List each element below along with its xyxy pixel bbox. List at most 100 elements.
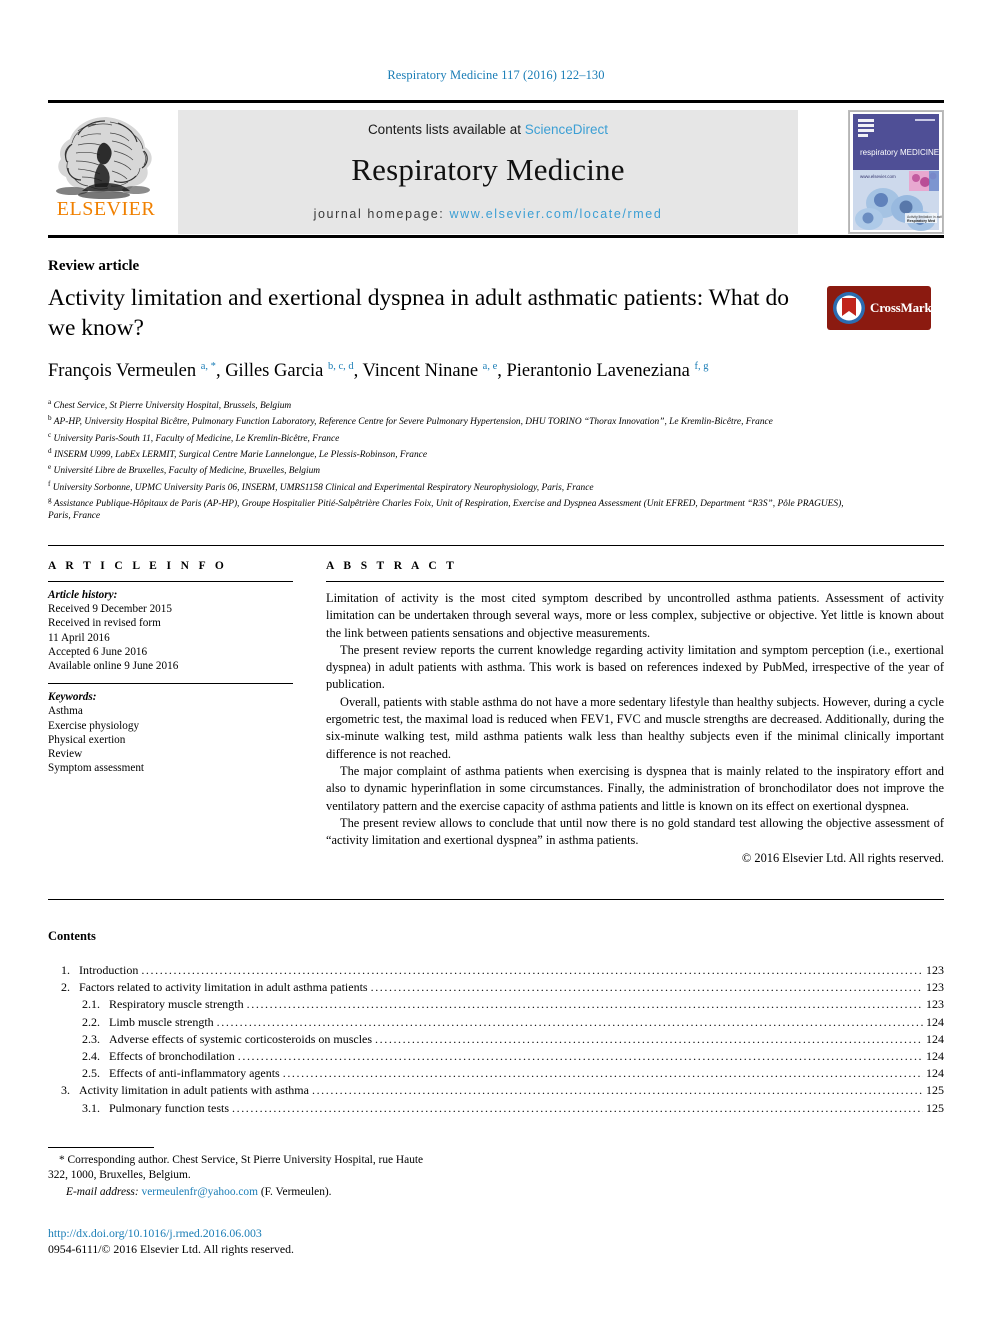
toc-title: Factors related to activity limitation i…: [79, 980, 368, 995]
toc-page-number: 124: [926, 1066, 944, 1081]
email-link[interactable]: vermeulenfr@yahoo.com: [142, 1186, 258, 1198]
affiliation-marker: b: [48, 414, 52, 423]
abstract-paragraph: Overall, patients with stable asthma do …: [326, 694, 944, 761]
toc-title: Effects of bronchodilation: [109, 1049, 235, 1064]
toc-entry[interactable]: 2.4. Effects of bronchodilation..........…: [48, 1048, 944, 1065]
affiliation-list: a Chest Service, St Pierre University Ho…: [48, 396, 848, 523]
toc-entry[interactable]: 2.3. Adverse effects of systemic corticos…: [48, 1031, 944, 1048]
article-history-item: Received in revised form: [48, 617, 161, 630]
toc-title: Activity limitation in adult patients wi…: [79, 1083, 309, 1098]
article-history-block: Article history: Received 9 December 201…: [48, 582, 293, 673]
affiliation-marker: e: [48, 463, 52, 472]
toc-page-number: 124: [926, 1049, 944, 1064]
affiliation-marker: a: [48, 398, 52, 406]
abstract-heading: A B S T R A C T: [326, 560, 458, 572]
toc-entry[interactable]: 2.5. Effects of anti-inflammatory agents.…: [48, 1065, 944, 1082]
journal-masthead: ELSEVIER Contents lists available at Sci…: [48, 100, 944, 238]
table-of-contents: 1. Introduction..........................…: [48, 962, 944, 1117]
contents-lists-line: Contents lists available at ScienceDirec…: [178, 122, 798, 137]
svg-text:respiratory MEDICINE: respiratory MEDICINE: [860, 148, 939, 157]
toc-title: Adverse effects of systemic corticostero…: [109, 1031, 373, 1046]
toc-leader-dots: ........................................…: [311, 1083, 923, 1098]
article-info-section: A R T I C L E I N F O Article history: R…: [48, 560, 293, 775]
abstract-paragraph: Limitation of activity is the most cited…: [326, 591, 944, 640]
crossmark-badge[interactable]: CrossMark: [827, 286, 932, 330]
svg-text:www.elsevier.com: www.elsevier.com: [860, 174, 896, 179]
toc-title: Limb muscle strength: [109, 1014, 214, 1029]
paper-page: Respiratory Medicine 117 (2016) 122–130: [0, 0, 992, 1323]
affiliation-marker: c: [48, 430, 52, 439]
toc-number: 2.2.: [82, 1014, 100, 1029]
doi-link[interactable]: http://dx.doi.org/10.1016/j.rmed.2016.06…: [48, 1225, 548, 1241]
toc-number: 3.1.: [82, 1100, 100, 1115]
abstract-paragraph: The present review reports the current k…: [326, 642, 944, 692]
journal-cover-thumbnail[interactable]: respiratory MEDICINE www.elsevier.com Ac…: [848, 110, 944, 234]
toc-number: 2.3.: [82, 1031, 100, 1046]
article-history-items: Received 9 December 2015 Received in revi…: [48, 602, 293, 673]
running-head: Respiratory Medicine 117 (2016) 122–130: [387, 68, 605, 82]
journal-title: Respiratory Medicine: [351, 152, 625, 187]
toc-entry[interactable]: 2.1. Respiratory muscle strength.........…: [48, 996, 944, 1013]
toc-title: Introduction: [79, 963, 139, 977]
toc-leader-dots: ........................................…: [370, 980, 923, 995]
toc-page-number: 124: [926, 1031, 944, 1046]
toc-title: Respiratory muscle strength: [109, 997, 244, 1012]
journal-homepage-link[interactable]: www.elsevier.com/locate/rmed: [449, 207, 662, 221]
abstract-paragraph: The major complaint of asthma patients w…: [326, 763, 944, 813]
toc-page-number: 124: [926, 1014, 944, 1029]
affiliation-marker: f: [48, 479, 51, 488]
email-label: E-mail address:: [66, 1185, 139, 1198]
toc-number: 2.5.: [82, 1066, 100, 1081]
toc-number: 2.1.: [82, 997, 100, 1012]
corresponding-author-line-2: 322, 1000, Bruxelles, Belgium.: [48, 1169, 191, 1182]
affiliation-marker: d: [48, 446, 52, 455]
keyword-item: Exercise physiology: [48, 719, 140, 732]
toc-leader-dots: ........................................…: [216, 1014, 923, 1029]
toc-leader-dots: ........................................…: [375, 1031, 923, 1046]
toc-number: 2.4.: [82, 1049, 100, 1064]
keywords-label: Keywords:: [48, 691, 97, 704]
affiliation-item: b AP-HP, University Hospital Bicêtre, Pu…: [48, 414, 773, 428]
article-history-item: Available online 9 June 2016: [48, 660, 179, 673]
toc-leader-dots: ........................................…: [246, 997, 923, 1012]
toc-entry[interactable]: 3.1. Pulmonary function tests............…: [48, 1100, 944, 1117]
toc-page-number: 125: [926, 1100, 944, 1115]
toc-number: 3.: [61, 1083, 70, 1098]
abstract-section: A B S T R A C T Limitation of activity i…: [326, 560, 944, 866]
keyword-items: Asthma Exercise physiology Physical exerti…: [48, 704, 293, 775]
affiliation-item: a Chest Service, St Pierre University Ho…: [48, 398, 292, 412]
keyword-item: Symptom assessment: [48, 762, 145, 775]
toc-page-number: 125: [926, 1083, 944, 1098]
journal-homepage-line: journal homepage: www.elsevier.com/locat…: [178, 207, 798, 221]
article-history-item: 11 April 2016: [48, 631, 110, 644]
toc-entry[interactable]: 2.2. Limb muscle strength................…: [48, 1014, 944, 1031]
contents-lists-prefix: Contents lists available at: [367, 122, 525, 137]
crossmark-icon: [833, 292, 865, 324]
article-history-label: Article history:: [48, 589, 118, 601]
affiliation-item: f University Sorbonne, UPMC University P…: [48, 479, 594, 493]
toc-leader-dots: ........................................…: [232, 1100, 923, 1115]
article-info-heading: A R T I C L E I N F O: [48, 560, 228, 572]
toc-number: 1.: [61, 963, 70, 977]
keywords-block: Keywords: Asthma Exercise physiology Physi…: [48, 684, 293, 775]
abstract-paragraph: The present review allows to conclude th…: [326, 815, 944, 848]
masthead-panel: Contents lists available at ScienceDirec…: [178, 110, 798, 234]
toc-entry[interactable]: 2. Factors related to activity limitation…: [48, 979, 944, 996]
toc-title: Pulmonary function tests: [109, 1100, 229, 1115]
sciencedirect-link[interactable]: ScienceDirect: [525, 122, 608, 137]
svg-text:Respiratory Med: Respiratory Med: [907, 219, 935, 223]
elsevier-wordmark: ELSEVIER: [56, 198, 156, 220]
contents-heading: Contents: [48, 929, 96, 943]
article-history-item: Received 9 December 2015: [48, 603, 172, 616]
divider-bottom: [48, 899, 944, 900]
corresponding-author-line-1: * Corresponding author. Chest Service, S…: [59, 1154, 424, 1166]
toc-page-number: 123: [926, 980, 944, 995]
author-list: François Vermeulen a, *, Gilles Garcia b…: [48, 361, 709, 382]
toc-entry[interactable]: 3. Activity limitation in adult patients …: [48, 1082, 944, 1099]
email-owner: (F. Vermeulen).: [260, 1185, 332, 1198]
issn-copyright: 0954-6111/© 2016 Elsevier Ltd. All right…: [48, 1242, 294, 1256]
toc-entry[interactable]: 1. Introduction..........................…: [48, 962, 944, 979]
email-line: E-mail address: vermeulenfr@yahoo.com (F…: [48, 1185, 528, 1200]
toc-number: 2.: [61, 980, 70, 995]
abstract-copyright: © 2016 Elsevier Ltd. All rights reserved…: [741, 851, 944, 866]
